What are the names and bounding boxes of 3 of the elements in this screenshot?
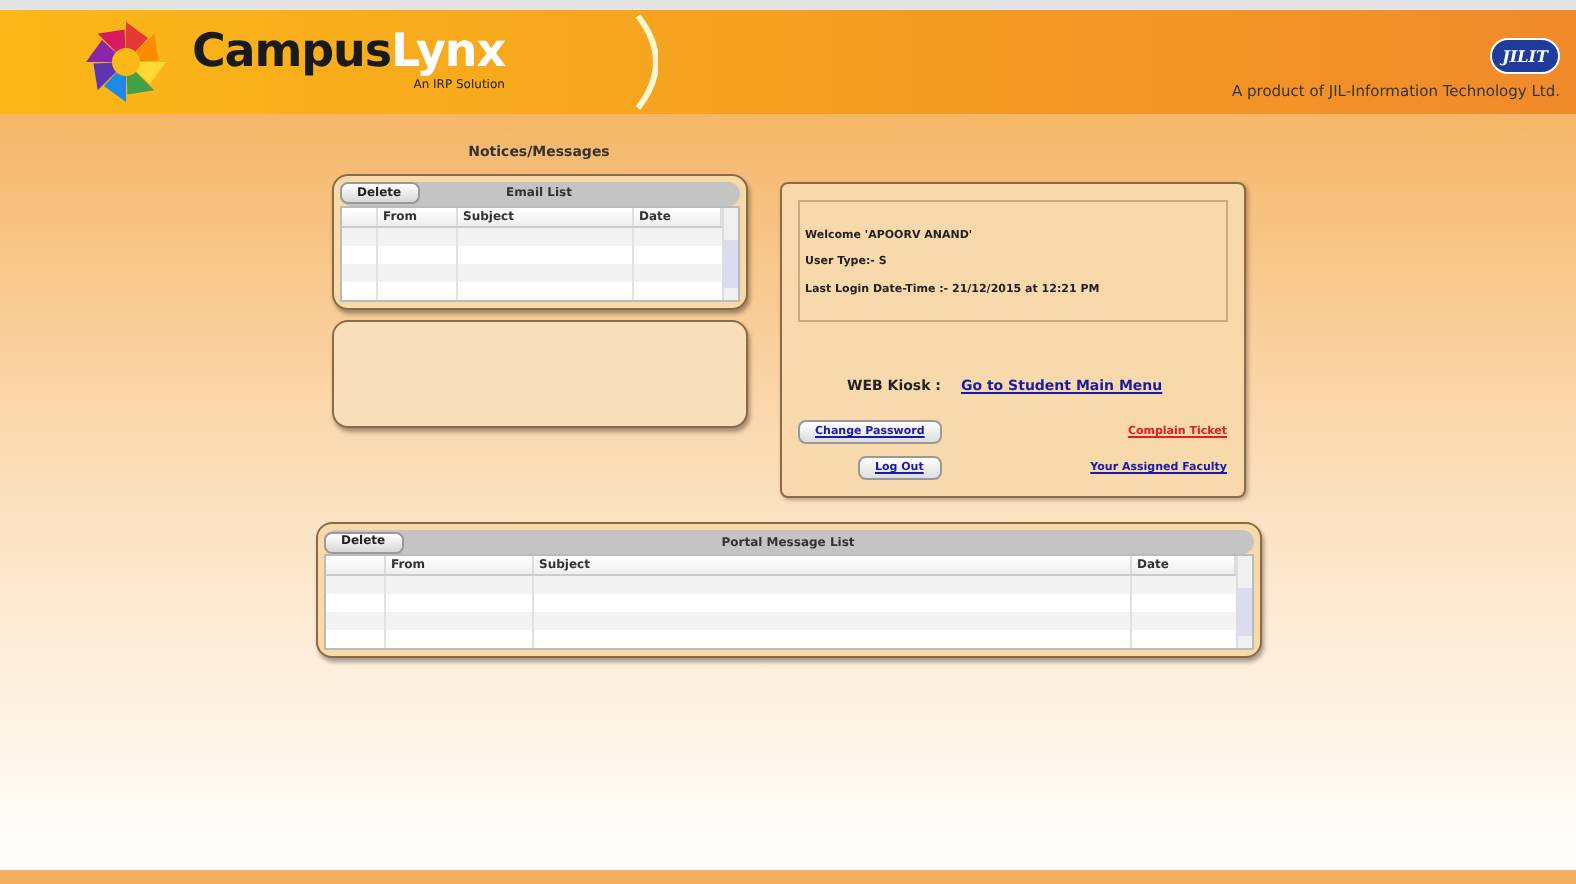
partner-logo: JILIT [1490, 37, 1560, 74]
curve-icon [634, 14, 659, 110]
brand-name: CampusLynx [192, 26, 505, 78]
